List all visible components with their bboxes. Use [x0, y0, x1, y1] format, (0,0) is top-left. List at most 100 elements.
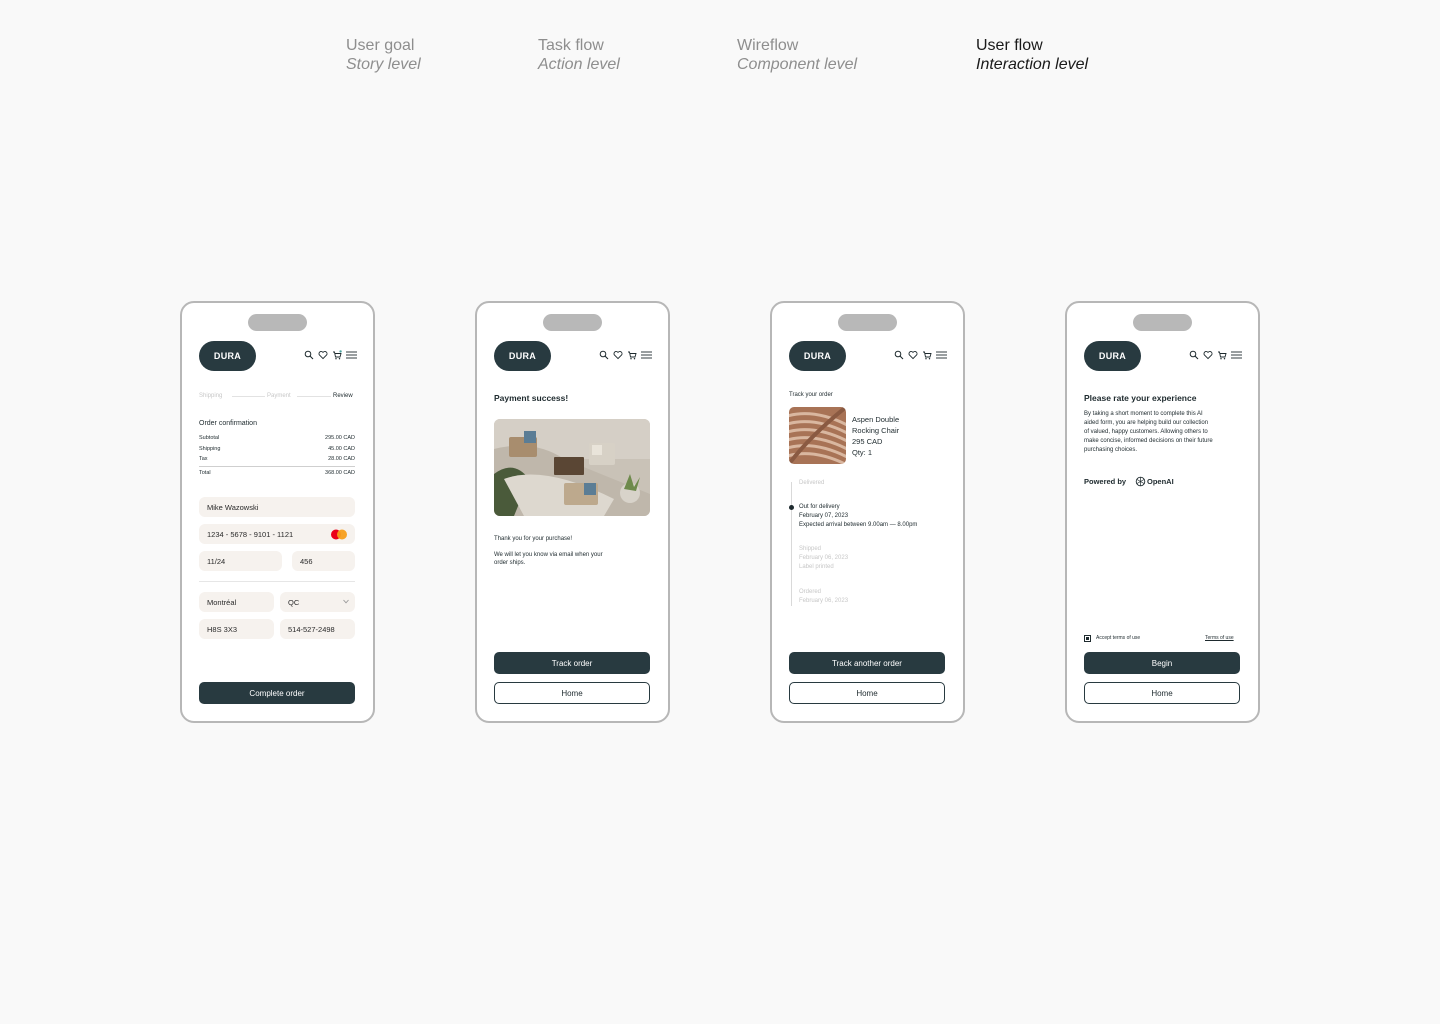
step-payment[interactable]: Payment [267, 392, 291, 401]
summary-divider [199, 466, 355, 467]
phone-track-order: DURA Track your order Aspen Double Rocki… [770, 301, 965, 723]
tab-title: User flow [976, 37, 1043, 54]
phone-notch [838, 314, 897, 331]
complete-order-button[interactable]: Complete order [199, 682, 355, 704]
cart-icon[interactable] [627, 350, 637, 360]
search-icon[interactable] [304, 350, 314, 360]
postal-code-field[interactable]: H8S 3X3 [199, 619, 274, 639]
step-divider [297, 396, 331, 397]
patio-image [494, 419, 650, 516]
accept-terms-checkbox[interactable] [1084, 635, 1091, 642]
chevron-down-icon [343, 599, 349, 604]
search-icon[interactable] [599, 350, 609, 360]
timeline-shipped-date: February 06, 2023 [799, 555, 849, 561]
phone-notch [543, 314, 602, 331]
phone-notch [248, 314, 307, 331]
menu-icon[interactable] [936, 350, 947, 360]
rate-body-line: purchasing choices. [1084, 447, 1138, 453]
tab-task-flow[interactable]: Task flow Action level [538, 36, 620, 74]
message-line-1: We will let you know via email when your [494, 552, 603, 558]
name-field[interactable]: Mike Wazowski [199, 497, 355, 517]
expiry-field[interactable]: 11/24 [199, 551, 282, 571]
begin-button[interactable]: Begin [1084, 652, 1240, 674]
tab-subtitle: Action level [538, 56, 620, 73]
menu-icon[interactable] [1231, 350, 1242, 360]
card-number-value: 1234 - 5678 - 9101 - 1121 [207, 529, 294, 539]
track-order-button[interactable]: Track order [494, 652, 650, 674]
tab-user-goal[interactable]: User goal Story level [346, 36, 421, 74]
rate-body-line: of valued, happy customers. Allowing oth… [1084, 429, 1208, 435]
heart-icon[interactable] [908, 350, 918, 360]
summary-label: Tax [199, 456, 208, 462]
step-divider [232, 396, 265, 397]
product-qty: Qty: 1 [852, 448, 873, 457]
brand-logo[interactable]: DURA [494, 341, 551, 371]
cvv-field[interactable]: 456 [292, 551, 355, 571]
city-field[interactable]: Montréal [199, 592, 274, 612]
timeline-ordered-title: Ordered [799, 589, 822, 595]
product-name-line-1: Aspen Double [852, 415, 900, 424]
product-image [789, 407, 846, 464]
timeline-out-date: February 07, 2023 [799, 513, 849, 519]
cart-icon[interactable] [1217, 350, 1227, 360]
mastercard-icon [331, 529, 347, 540]
success-title: Payment success! [494, 393, 569, 403]
checkbox-check-mark [1086, 637, 1089, 640]
tab-title: Task flow [538, 37, 604, 54]
search-icon[interactable] [894, 350, 904, 360]
home-button[interactable]: Home [789, 682, 945, 704]
cart-icon[interactable] [922, 350, 932, 360]
card-number-field[interactable]: 1234 - 5678 - 9101 - 1121 [199, 524, 355, 544]
tab-user-flow[interactable]: User flow Interaction level [976, 36, 1088, 74]
summary-value: 295.00 CAD [325, 435, 355, 441]
step-review[interactable]: Review [333, 392, 353, 401]
timeline-current-dot [789, 505, 794, 510]
openai-label: OpenAI [1147, 477, 1174, 486]
heart-icon[interactable] [1203, 350, 1213, 360]
heart-icon[interactable] [613, 350, 623, 360]
section-title: Order confirmation [199, 420, 257, 427]
timeline-shipped-note: Label printed [799, 564, 834, 570]
powered-by-label: Powered by [1084, 477, 1127, 486]
terms-of-use-link[interactable]: Terms of use [1205, 635, 1234, 642]
phone-field[interactable]: 514-527-2498 [280, 619, 355, 639]
tab-subtitle: Component level [737, 56, 858, 73]
search-icon[interactable] [1189, 350, 1199, 360]
brand-logo[interactable]: DURA [789, 341, 846, 371]
phone-notch [1133, 314, 1192, 331]
track-another-order-button[interactable]: Track another order [789, 652, 945, 674]
rate-body-line: make concise, informed decisions on thei… [1084, 438, 1213, 444]
summary-value: 368.00 CAD [325, 470, 355, 476]
province-value: QC [288, 597, 300, 607]
menu-icon[interactable] [641, 350, 652, 360]
home-button[interactable]: Home [494, 682, 650, 704]
product-name-line-2: Rocking Chair [852, 426, 900, 435]
rate-body-line: By taking a short moment to complete thi… [1084, 411, 1203, 417]
brand-logo[interactable]: DURA [1084, 341, 1141, 371]
timeline-shipped-title: Shipped [799, 546, 822, 552]
menu-icon[interactable] [346, 350, 357, 360]
summary-value: 28.00 CAD [328, 456, 355, 462]
tab-subtitle: Story level [346, 56, 421, 73]
thanks-text: Thank you for your purchase! [494, 536, 573, 542]
province-select[interactable]: QC [280, 592, 355, 612]
phone-payment-success: DURA Payment success! Thank you for your… [475, 301, 670, 723]
tab-wireflow[interactable]: Wireflow Component level [737, 36, 857, 74]
rate-body-line: aided form, you are helping build our co… [1084, 420, 1209, 426]
step-shipping[interactable]: Shipping [199, 392, 222, 401]
summary-label: Shipping [199, 446, 221, 452]
tab-subtitle: Interaction level [976, 56, 1089, 73]
home-button[interactable]: Home [1084, 682, 1240, 704]
tab-title: Wireflow [737, 37, 799, 54]
timeline-ordered-date: February 06, 2023 [799, 598, 849, 604]
timeline-out-note: Expected arrival between 9.00am — 8.00pm [799, 522, 918, 528]
summary-label: Subtotal [199, 435, 220, 441]
timeline-line [791, 482, 792, 606]
brand-logo[interactable]: DURA [199, 341, 256, 371]
cart-icon[interactable] [332, 350, 342, 360]
heart-icon[interactable] [318, 350, 328, 360]
nav-icons [894, 350, 948, 362]
timeline-delivered: Delivered [799, 480, 825, 486]
phone-rate-experience: DURA Please rate your experience By taki… [1065, 301, 1260, 723]
phone-review: DURA Shipping Payment Review Order confi… [180, 301, 375, 723]
